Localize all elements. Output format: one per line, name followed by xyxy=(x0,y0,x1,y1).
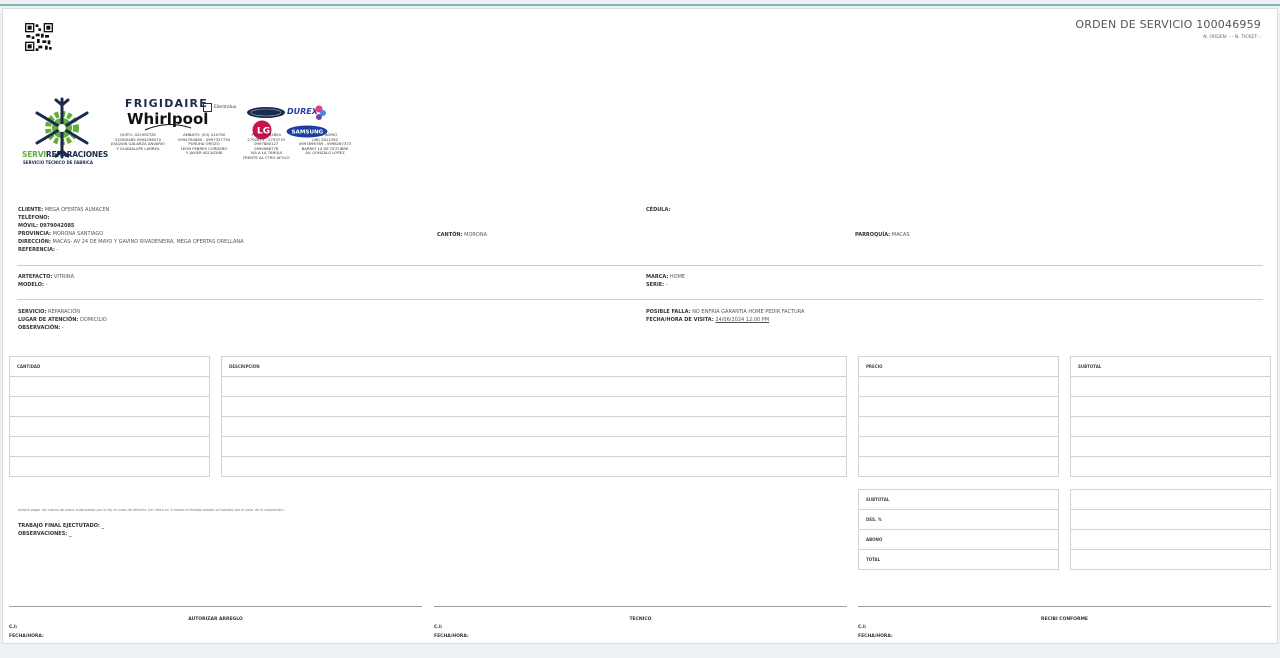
table-cell[interactable] xyxy=(858,396,1059,417)
client-canton-field: CANTÓN: MORONA xyxy=(437,232,487,238)
table-cell[interactable] xyxy=(221,416,847,437)
client-address: MACAS- AV 24 DE MAYO Y GAVINO RIVADENEIR… xyxy=(52,239,244,245)
divider xyxy=(17,265,1263,266)
column-quantity: CANTIDAD xyxy=(9,356,210,477)
qr-code-icon xyxy=(25,23,53,51)
column-header-price: PRECIO xyxy=(858,356,1059,377)
total-value-discount[interactable] xyxy=(1070,509,1271,530)
table-cell[interactable] xyxy=(9,416,210,437)
svg-text:DUREX: DUREX xyxy=(287,107,319,116)
column-header-quantity: CANTIDAD xyxy=(9,356,210,377)
table-cell[interactable] xyxy=(221,456,847,477)
signature-ci-technician: C.I: xyxy=(434,625,443,630)
table-cell[interactable] xyxy=(9,436,210,457)
table-cell[interactable] xyxy=(9,376,210,397)
visit-datetime: 24/06/2024 12:00 PM xyxy=(715,317,770,323)
address-ambato: AMBATO: (03) 414790 0994764880 - 09973277… xyxy=(178,132,231,156)
signature-ci-authorize: C.I: xyxy=(9,625,18,630)
column-description: DESCRIPCIÓN xyxy=(221,356,847,477)
total-label-subtotal: SUBTOTAL xyxy=(858,489,1059,510)
client-reference: - xyxy=(56,247,59,253)
total-value-deposit[interactable] xyxy=(1070,529,1271,550)
table-cell[interactable] xyxy=(9,456,210,477)
table-cell[interactable] xyxy=(221,396,847,417)
device-model: - xyxy=(45,282,48,288)
client-mobile: 0979042085 xyxy=(39,223,75,229)
column-price: PRECIO xyxy=(858,356,1059,477)
service-location: DOMICILIO xyxy=(80,317,107,323)
signature-title-authorize: AUTORIZAR ARREGLO xyxy=(188,617,243,622)
client-name: MEGA OFERTAS ALMACEN xyxy=(44,207,110,213)
table-cell[interactable] xyxy=(221,436,847,457)
table-cell[interactable] xyxy=(1070,376,1271,397)
table-cell[interactable] xyxy=(858,456,1059,477)
observations-field: OBSERVACIONES: _ xyxy=(18,531,72,537)
service-info-block: SERVICIO: REPARACIÓN LUGAR DE ATENCIÓN: … xyxy=(18,309,107,331)
client-info-block: CLIENTE: MEGA OFERTAS ALMACEN TELÉFONO: … xyxy=(18,207,244,253)
service-observation: - xyxy=(61,325,64,331)
client-id-field: CÉDULA: xyxy=(646,207,671,213)
indurama-logo-icon xyxy=(247,107,285,118)
final-work-field: TRABAJO FINAL EJECTUTADO: _ xyxy=(18,523,105,529)
table-cell[interactable] xyxy=(858,416,1059,437)
table-cell[interactable] xyxy=(221,376,847,397)
address-lago-agrio: LAGO AGRIO (06) 2811292 0997899789 - 09982… xyxy=(299,132,352,156)
totals-values xyxy=(1070,489,1271,570)
frigidaire-logo: FRIGIDAIRE xyxy=(125,97,208,110)
table-cell[interactable] xyxy=(858,376,1059,397)
table-cell[interactable] xyxy=(1070,436,1271,457)
divider xyxy=(17,299,1263,300)
company-tagline: SERVICIO TECNICO DE FABRICA xyxy=(23,160,93,165)
company-name: SERVIREPARACIONES xyxy=(22,150,109,159)
client-parish-field: PARROQUÍA: MACAS xyxy=(855,232,910,238)
table-cell[interactable] xyxy=(1070,416,1271,437)
service-type: REPARACIÓN xyxy=(47,309,80,315)
durex-logo-icon: DUREX xyxy=(287,105,326,120)
table-cell[interactable] xyxy=(9,396,210,417)
possible-fault: NO ENFRIA GARANTIA HOME PEDIR FACTURA xyxy=(692,309,805,315)
device-brand: HOME xyxy=(669,274,686,280)
signature-title-received: RECIBI CONFORME xyxy=(1041,617,1088,622)
client-province: MORONA SANTIAGO xyxy=(52,231,104,237)
signature-datetime-technician: FECHA/HORA: xyxy=(434,634,469,639)
electrolux-logo: Electrolux xyxy=(203,97,243,112)
device-info-block: ARTEFACTO: VITRINA MODELO: - xyxy=(18,274,75,288)
top-accent-bar xyxy=(0,0,1280,6)
order-ticket-numbers: N. ORDEN: - - N. TICKET: - xyxy=(1203,35,1261,40)
table-cell[interactable] xyxy=(1070,396,1271,417)
device-brand-block: MARCA: HOME SERIE: - xyxy=(646,274,686,288)
total-label-total: TOTAL xyxy=(858,549,1059,570)
electrolux-mark-icon xyxy=(203,103,212,112)
device-serial: - xyxy=(665,282,668,288)
signature-title-technician: TECNICO xyxy=(629,617,652,622)
total-label-discount: DES. % xyxy=(858,509,1059,530)
signature-line-received xyxy=(858,606,1271,607)
signature-line-technician xyxy=(434,606,847,607)
column-header-description: DESCRIPCIÓN xyxy=(221,356,847,377)
total-value-total[interactable] xyxy=(1070,549,1271,570)
service-fault-block: POSIBLE FALLA: NO ENFRIA GARANTIA HOME P… xyxy=(646,309,805,323)
payment-disclaimer: Acepto pagar los rubros de mano autoriza… xyxy=(18,508,285,512)
address-quito: QUITO: 022992782 0226/0465 0994296070 JOAQ… xyxy=(111,132,166,151)
column-header-subtotal: SUBTOTAL xyxy=(1070,356,1271,377)
order-title: ORDEN DE SERVICIO 100046959 xyxy=(1075,18,1261,31)
service-order-document: ORDEN DE SERVICIO 100046959 N. ORDEN: - … xyxy=(2,8,1278,644)
column-subtotal: SUBTOTAL xyxy=(1070,356,1271,477)
signature-datetime-received: FECHA/HORA: xyxy=(858,634,893,639)
signature-datetime-authorize: FECHA/HORA: xyxy=(9,634,44,639)
signature-ci-received: C.I: xyxy=(858,625,867,630)
total-value-subtotal[interactable] xyxy=(1070,489,1271,510)
device-type: VITRINA xyxy=(53,274,75,280)
table-cell[interactable] xyxy=(858,436,1059,457)
table-cell[interactable] xyxy=(1070,456,1271,477)
signature-line-authorize xyxy=(9,606,422,607)
address-puyo: PUYO: 2792854 2792871 - 2793733 0997880127… xyxy=(243,132,290,160)
totals-labels: SUBTOTAL DES. % ABONO TOTAL xyxy=(858,489,1059,570)
total-label-deposit: ABONO xyxy=(858,529,1059,550)
